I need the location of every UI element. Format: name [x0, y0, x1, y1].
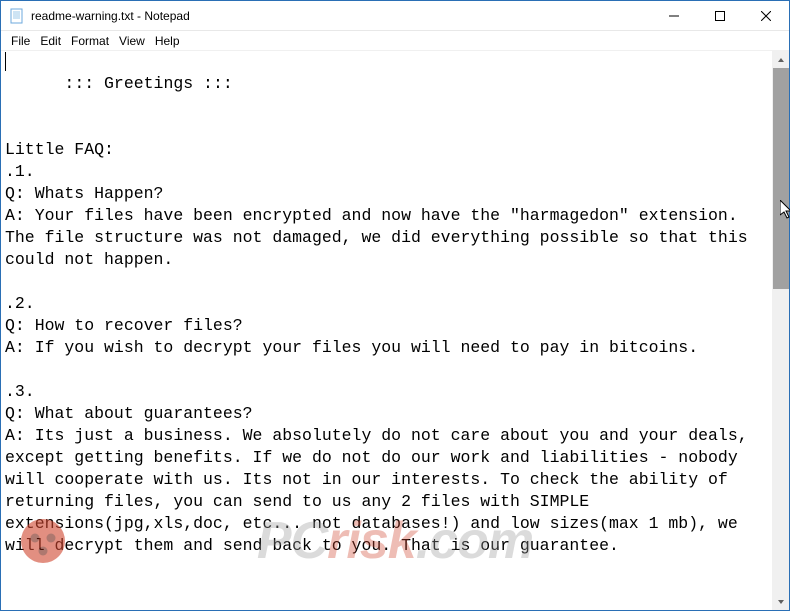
maximize-button[interactable]: [697, 1, 743, 31]
notepad-window: readme-warning.txt - Notepad File Edit F…: [0, 0, 790, 611]
menu-view[interactable]: View: [114, 33, 150, 49]
window-controls: [651, 1, 789, 30]
titlebar[interactable]: readme-warning.txt - Notepad: [1, 1, 789, 31]
scrollbar-track[interactable]: [773, 68, 789, 593]
window-title: readme-warning.txt - Notepad: [31, 9, 651, 23]
notepad-icon: [9, 8, 25, 24]
document-text: ::: Greetings ::: Little FAQ: .1. Q: Wha…: [5, 74, 758, 555]
scroll-down-button[interactable]: [773, 593, 789, 610]
menubar: File Edit Format View Help: [1, 31, 789, 51]
text-caret: [5, 52, 6, 71]
menu-edit[interactable]: Edit: [35, 33, 66, 49]
menu-file[interactable]: File: [6, 33, 35, 49]
minimize-button[interactable]: [651, 1, 697, 31]
close-button[interactable]: [743, 1, 789, 31]
menu-format[interactable]: Format: [66, 33, 114, 49]
scroll-up-button[interactable]: [773, 51, 789, 68]
text-editor[interactable]: ::: Greetings ::: Little FAQ: .1. Q: Wha…: [1, 51, 772, 610]
vertical-scrollbar[interactable]: [772, 51, 789, 610]
menu-help[interactable]: Help: [150, 33, 185, 49]
content-area: ::: Greetings ::: Little FAQ: .1. Q: Wha…: [1, 51, 789, 610]
scrollbar-thumb[interactable]: [773, 68, 789, 289]
